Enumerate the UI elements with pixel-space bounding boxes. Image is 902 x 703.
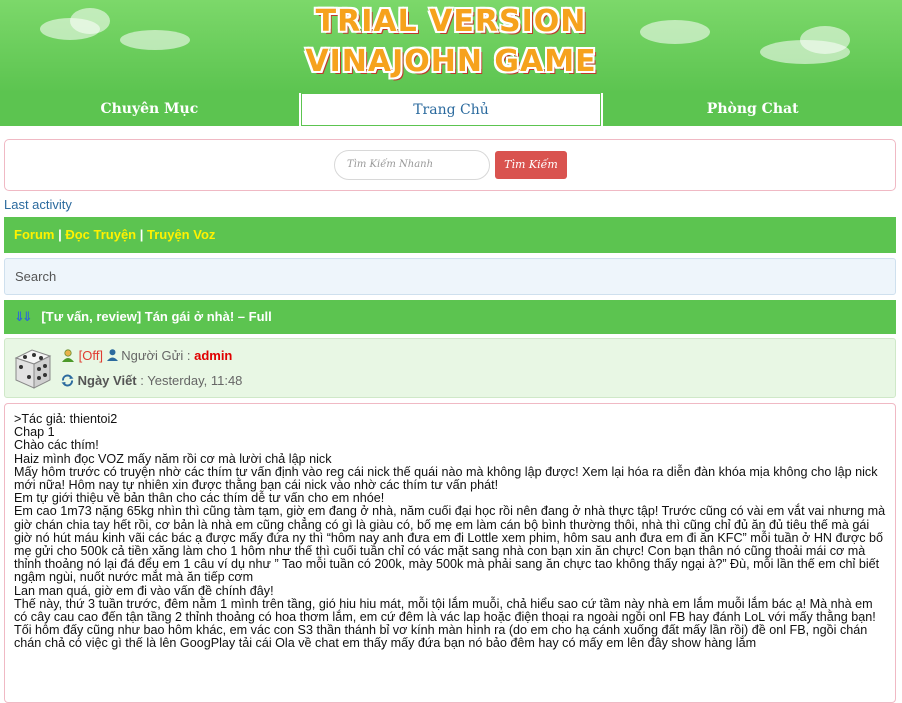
post-line: >Tác giả: thientoi2 [14, 412, 118, 426]
banner-title-line2: VINAJOHN GAME [305, 44, 597, 79]
double-down-arrow-icon: ⇓⇓ [14, 309, 33, 324]
truyen-voz-link[interactable]: Truyện Voz [147, 227, 215, 242]
post-body: >Tác giả: thientoi2 Chap 1 Chào các thím… [4, 403, 896, 703]
thread-title-bar: ⇓⇓ [Tư vấn, review] Tán gái ở nhà! – Ful… [4, 300, 896, 334]
thread-title: [Tư vấn, review] Tán gái ở nhà! – Full [41, 309, 272, 324]
user-status-icon [62, 349, 74, 362]
nav-tab-trang-chu[interactable]: Trang Chủ [300, 93, 602, 126]
sender-name[interactable]: admin [194, 348, 232, 363]
banner-title-line1: TRIAL VERSION [315, 4, 587, 39]
post-line: Haiz mình đọc VOZ mấy năm rồi cơ mà lười… [14, 451, 332, 466]
links-bar: Forum | Đọc Truyện | Truyện Voz [4, 217, 896, 253]
post-date-row: Ngày Viết : Yesterday, 11:48 [61, 373, 242, 388]
search-button[interactable]: Tìm Kiếm [495, 151, 567, 179]
post-header: [Off] Người Gửi : admin Ngày Viết : Yest… [4, 338, 896, 398]
sender-label: Người Gửi : [121, 348, 195, 363]
post-date: : Yesterday, 11:48 [136, 373, 243, 388]
site-banner: TRIAL VERSION VINAJOHN GAME [0, 0, 902, 93]
post-line: Lan man quá, giờ em đi vào vấn đề chính … [14, 583, 274, 598]
quick-search-input[interactable]: Tìm Kiếm Nhanh [334, 150, 490, 180]
last-activity-link[interactable]: Last activity [4, 197, 72, 212]
post-sender-row: [Off] Người Gửi : admin [61, 348, 232, 363]
online-status: [Off] [78, 348, 103, 363]
link-separator: | [136, 227, 147, 242]
refresh-icon [61, 374, 74, 387]
quick-search-panel: Tìm Kiếm Nhanh Tìm Kiếm [4, 139, 896, 191]
post-line: Em cao 1m73 nặng 65kg nhìn thì cũng tàm … [14, 504, 886, 585]
user-icon [106, 349, 118, 361]
dice-avatar-icon [14, 349, 52, 389]
post-line: Thế này, thứ 3 tuần trước, đêm nằm 1 mìn… [14, 596, 876, 651]
post-line: Mấy hôm trước có truyện nhờ các thím tư … [14, 464, 878, 493]
main-nav: Chuyên Mục Trang Chủ Phòng Chat [0, 93, 902, 126]
search-input[interactable]: Search [4, 258, 896, 295]
nav-tab-chuyen-muc[interactable]: Chuyên Mục [0, 93, 299, 126]
link-separator: | [54, 227, 66, 242]
post-line: Chap 1 [14, 425, 55, 440]
forum-link[interactable]: Forum [14, 227, 54, 242]
date-label: Ngày Viết [77, 373, 137, 388]
nav-tab-phong-chat[interactable]: Phòng Chat [603, 93, 902, 126]
doc-truyen-link[interactable]: Đọc Truyện [65, 227, 136, 242]
post-line: Chào các thím! [14, 438, 99, 453]
